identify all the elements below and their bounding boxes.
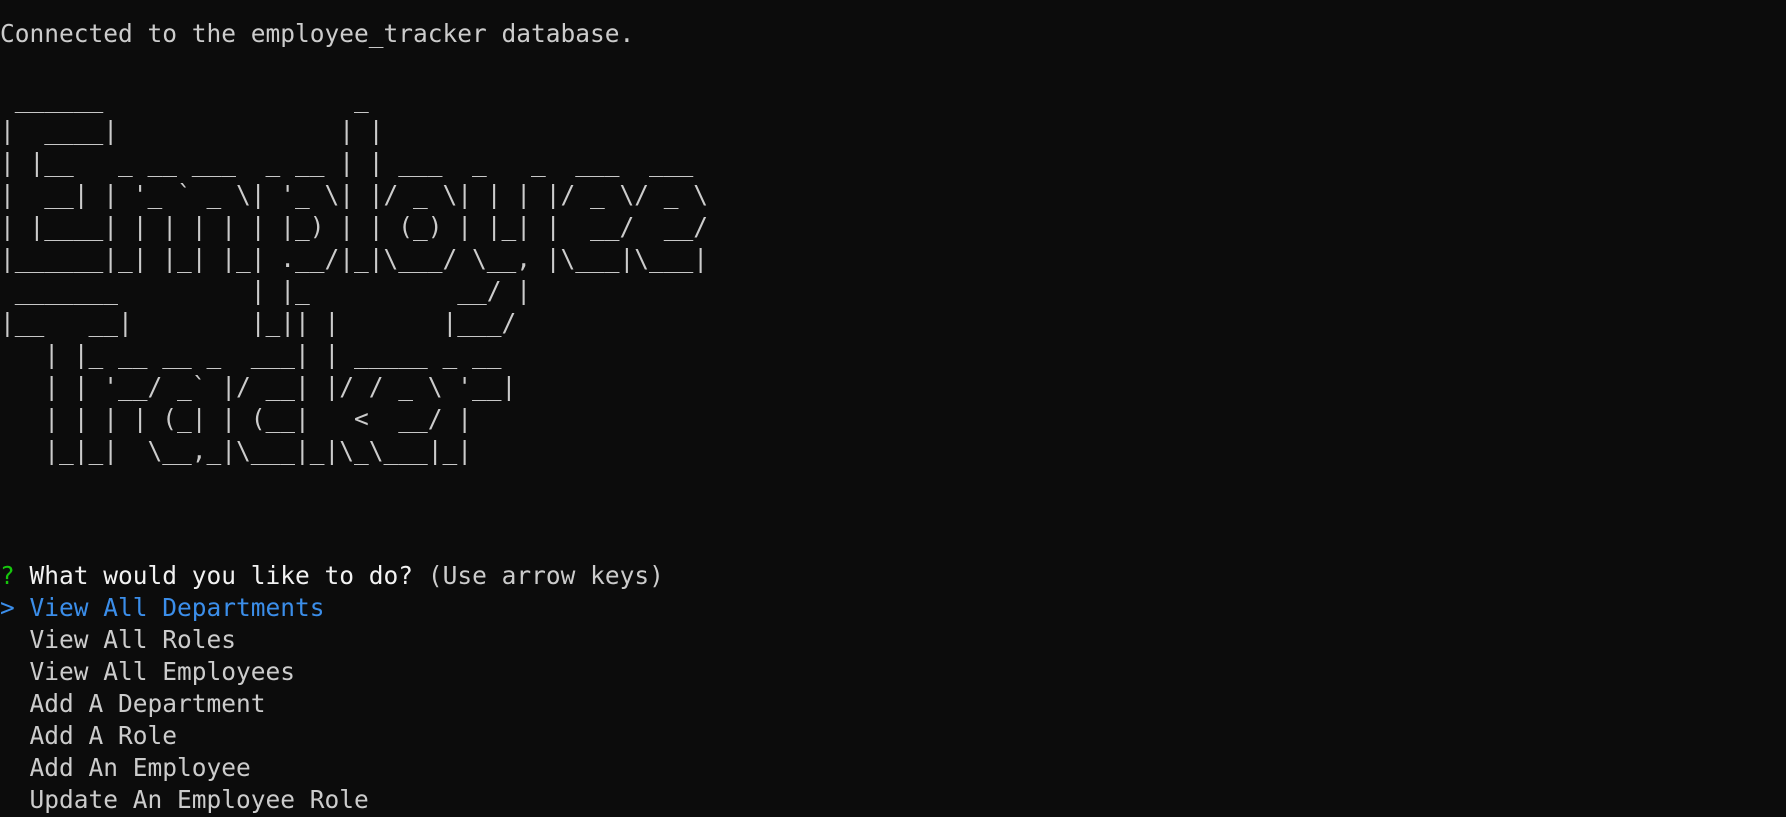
menu-option-view-all-roles[interactable]: View All Roles (0, 624, 664, 656)
menu-option-view-all-departments[interactable]: > View All Departments (0, 592, 664, 624)
prompt-hint: (Use arrow keys) (427, 561, 664, 590)
menu-option-label: Add A Role (29, 721, 178, 750)
prompt-question-line: ? What would you like to do? (Use arrow … (0, 560, 664, 592)
prompt-question: What would you like to do? (29, 561, 414, 590)
terminal-window: Connected to the employee_tracker databa… (0, 18, 1786, 467)
menu-option-label: Update An Employee Role (29, 785, 369, 814)
menu-option-label: View All Roles (29, 625, 237, 654)
menu-option-add-a-department[interactable]: Add A Department (0, 688, 664, 720)
question-mark-icon: ? (0, 561, 15, 590)
menu-option-update-an-employee-role[interactable]: Update An Employee Role (0, 784, 664, 816)
ascii-banner: ______ _ | ____| | | | |__ _ __ ___ _ __… (0, 84, 709, 465)
selection-pointer-icon: > (0, 593, 15, 622)
menu-option-label: View All Departments (29, 593, 325, 622)
menu-option-add-a-role[interactable]: Add A Role (0, 720, 664, 752)
menu-prompt: ? What would you like to do? (Use arrow … (0, 560, 664, 816)
menu-option-label: Add A Department (29, 689, 266, 718)
connection-status: Connected to the employee_tracker databa… (0, 19, 635, 48)
menu-option-label: Add An Employee (29, 753, 251, 782)
menu-option-view-all-employees[interactable]: View All Employees (0, 656, 664, 688)
menu-option-add-an-employee[interactable]: Add An Employee (0, 752, 664, 784)
menu-option-label: View All Employees (29, 657, 296, 686)
